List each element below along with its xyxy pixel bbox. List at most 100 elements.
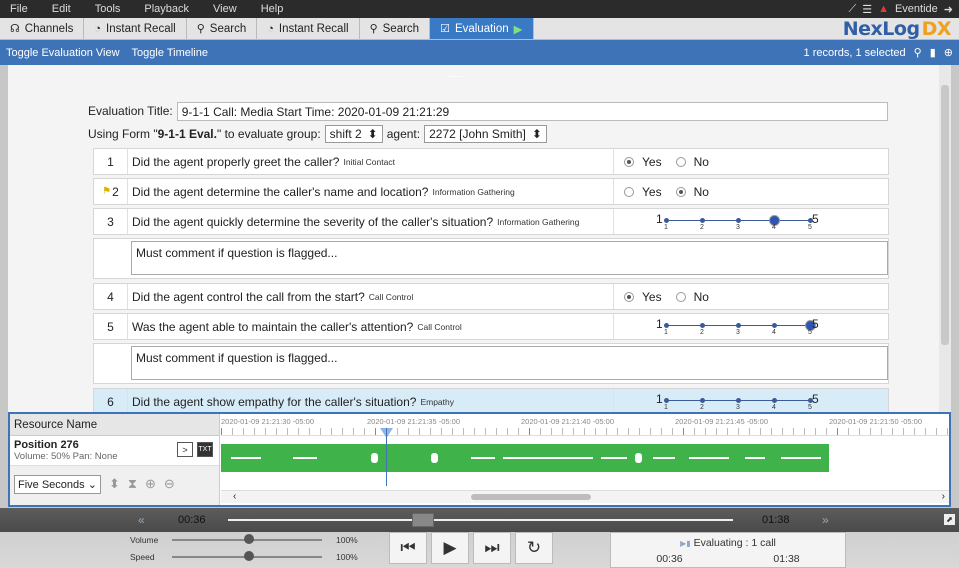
brand-suffix: DX	[921, 17, 952, 40]
scale-point[interactable]	[772, 397, 777, 403]
list-icon[interactable]: ☰	[862, 3, 872, 16]
volume-slider[interactable]: Volume 100%	[130, 532, 370, 549]
agent-select[interactable]: 2272 [John Smith] ⬍	[424, 125, 547, 143]
text-icon[interactable]: TXT	[197, 442, 213, 457]
scale-point[interactable]	[736, 217, 741, 223]
scroll-right-icon[interactable]: ›	[942, 491, 945, 502]
comment-row: Must comment if question is flagged...	[93, 238, 889, 279]
tab-channels[interactable]: ☊ Channels	[0, 18, 85, 39]
question-number: 2	[112, 184, 119, 199]
play-button[interactable]: ▶	[431, 532, 469, 564]
title-input[interactable]: 9-1-1 Call: Media Start Time: 2020-01-09…	[176, 101, 888, 121]
scale-high-label: 5	[812, 316, 819, 331]
logout-icon[interactable]: ➜	[944, 3, 953, 16]
yes-radio[interactable]	[624, 291, 634, 302]
scale-point[interactable]	[772, 322, 777, 328]
question-text: Did the agent quickly determine the seve…	[132, 214, 494, 229]
speed-slider[interactable]: Speed 100%	[130, 549, 370, 566]
tab-evaluation[interactable]: ☑ Evaluation ▶	[430, 18, 534, 39]
zoom-out-icon[interactable]: ⊖	[164, 476, 175, 492]
scale-point[interactable]	[664, 217, 669, 223]
no-radio[interactable]	[675, 156, 686, 167]
comment-input[interactable]: Must comment if question is flagged...	[131, 241, 888, 275]
scale-point[interactable]	[736, 322, 741, 328]
menu-edit[interactable]: Edit	[42, 3, 85, 15]
chart-icon[interactable]: ⟋	[849, 3, 857, 16]
timeline-track[interactable]: 2020-01-09 21:21:30 -05:00 2020-01-09 21…	[221, 414, 949, 505]
group-select[interactable]: shift 2 ⬍	[324, 125, 383, 143]
toolbar: Toggle Evaluation View Toggle Timeline 1…	[0, 40, 959, 65]
status-icon: ▶▮	[680, 539, 691, 548]
scale-point[interactable]	[664, 322, 669, 328]
scale-point[interactable]	[700, 322, 705, 328]
rating-scale[interactable]: 1123455	[656, 317, 846, 337]
seek-rail[interactable]	[228, 519, 733, 521]
menu-help[interactable]: Help	[251, 3, 298, 15]
resize-grip[interactable]	[448, 76, 464, 79]
scale-point[interactable]	[700, 217, 705, 223]
toggle-timeline-button[interactable]: Toggle Timeline	[132, 47, 208, 59]
menu-tools[interactable]: Tools	[85, 3, 135, 15]
no-radio[interactable]	[675, 186, 686, 197]
warning-icon[interactable]: ▲	[878, 3, 889, 15]
comment-input[interactable]: Must comment if question is flagged...	[131, 346, 888, 380]
flag-icon[interactable]: ⚑	[102, 186, 111, 197]
rating-scale[interactable]: 1123455	[656, 392, 846, 412]
next-call-icon[interactable]: »	[822, 513, 829, 527]
yes-radio[interactable]	[624, 156, 634, 167]
speed-knob[interactable]	[244, 551, 254, 561]
title-label: Evaluation Title:	[88, 104, 173, 118]
menu-playback[interactable]: Playback	[134, 3, 203, 15]
loop-icon: ↻	[526, 538, 542, 557]
resource-row[interactable]: Position 276 Volume: 50% Pan: None > TXT	[10, 436, 219, 466]
volume-label: Volume	[130, 535, 159, 545]
current-time: 00:36	[178, 514, 206, 526]
expand-icon[interactable]: >	[177, 442, 193, 457]
loop-button[interactable]: ↻	[515, 532, 553, 564]
vertical-scrollbar[interactable]	[939, 65, 951, 412]
scale-point[interactable]	[700, 397, 705, 403]
previous-call-icon[interactable]: «	[138, 513, 145, 527]
scale-tick-label: 3	[736, 403, 740, 411]
headphones-icon: ☊	[10, 23, 20, 35]
user-name[interactable]: Eventide	[895, 3, 938, 15]
volume-knob[interactable]	[244, 534, 254, 544]
tab-instant-recall[interactable]: ◔ Instant Recall	[84, 18, 187, 39]
rating-scale[interactable]: 1123455	[656, 212, 846, 232]
up-down-icon[interactable]: ⬍	[109, 476, 120, 492]
menu-view[interactable]: View	[203, 3, 251, 15]
scale-tick-label: 4	[772, 403, 776, 411]
scale-point[interactable]	[736, 397, 741, 403]
trash-icon[interactable]: ▮	[930, 46, 936, 59]
tab-search[interactable]: ⚲ Search	[187, 18, 258, 39]
zoom-in-icon[interactable]: ⊕	[145, 476, 156, 492]
scroll-left-icon[interactable]: ‹	[233, 491, 236, 502]
clock-icon: ◔	[94, 22, 102, 35]
globe-icon[interactable]: ⊕	[944, 46, 953, 59]
playhead-line[interactable]	[386, 428, 387, 486]
no-radio[interactable]	[675, 291, 686, 302]
toggle-evaluation-view-button[interactable]: Toggle Evaluation View	[6, 47, 120, 59]
audio-waveform[interactable]	[221, 444, 829, 472]
tab-instant-recall-2[interactable]: ◔ Instant Recall	[257, 18, 360, 39]
status-line: ▶▮ Evaluating : 1 call	[611, 537, 845, 549]
scrollbar-thumb[interactable]	[941, 85, 949, 345]
horizontal-scrollbar[interactable]: ‹ ›	[221, 490, 949, 503]
search-icon[interactable]: ⚲	[914, 46, 922, 59]
skip-forward-button[interactable]: ⏭	[473, 532, 511, 564]
collapse-icon[interactable]: ⧗	[128, 476, 137, 492]
scrollbar-thumb[interactable]	[471, 494, 591, 500]
yes-label: Yes	[642, 154, 662, 169]
scale-point[interactable]	[664, 397, 669, 403]
answer-cell: Yes No	[613, 179, 888, 204]
question-cell: Was the agent able to maintain the calle…	[127, 314, 613, 339]
skip-back-button[interactable]: ⏮	[389, 532, 427, 564]
menu-file[interactable]: File	[0, 3, 42, 15]
waveform-segment	[503, 457, 593, 459]
tab-search-2[interactable]: ⚲ Search	[360, 18, 431, 39]
seek-knob[interactable]	[412, 513, 434, 527]
interval-select[interactable]: Five Seconds ⌄	[14, 474, 101, 494]
yes-radio[interactable]	[624, 186, 634, 197]
popout-icon[interactable]: ⬈	[944, 514, 955, 525]
clock-icon: ◔	[267, 22, 274, 35]
